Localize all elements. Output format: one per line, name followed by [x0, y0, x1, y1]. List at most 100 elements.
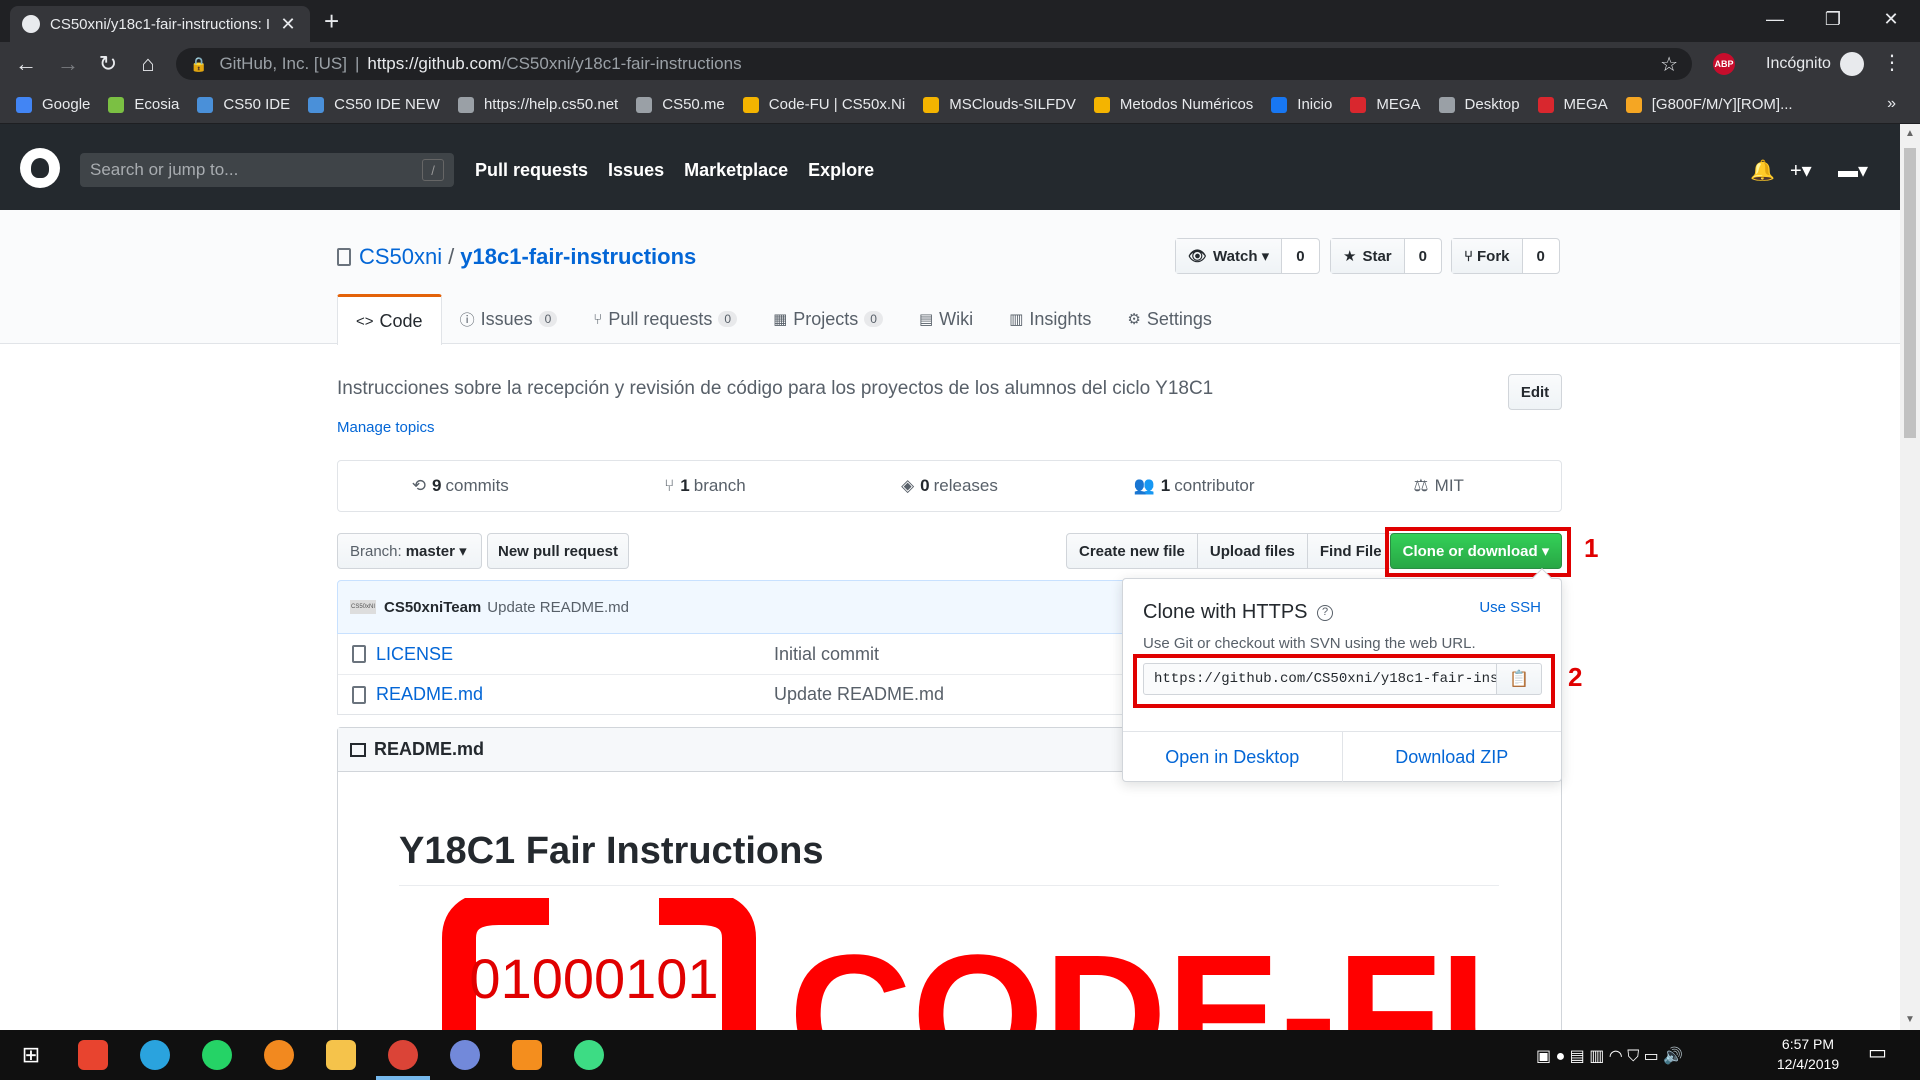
watch-count[interactable]: 0: [1282, 239, 1318, 273]
taskbar-clock[interactable]: 6:57 PM 12/4/2019: [1776, 1034, 1840, 1074]
close-window-icon[interactable]: ✕: [1862, 0, 1920, 38]
repo-name-link[interactable]: y18c1-fair-instructions: [460, 244, 696, 270]
telegram-icon[interactable]: [140, 1040, 170, 1070]
star-count[interactable]: 0: [1405, 239, 1441, 273]
tab-projects[interactable]: ▦ Projects 0: [755, 294, 901, 344]
adblock-extension-icon[interactable]: ABP: [1713, 53, 1735, 75]
page-scrollbar[interactable]: ▲ ▼: [1900, 124, 1920, 1030]
file-name-link[interactable]: README.md: [376, 684, 774, 705]
android-studio-icon[interactable]: [574, 1040, 604, 1070]
summary-contributors[interactable]: 👥 1 contributor: [1072, 461, 1317, 511]
commit-author[interactable]: CS50xniTeam: [384, 599, 481, 616]
windows-start-icon[interactable]: ⊞: [16, 1040, 46, 1070]
tab-close-icon[interactable]: ✕: [278, 14, 298, 35]
summary-releases[interactable]: ◈ 0 releases: [827, 461, 1072, 511]
bookmark-item[interactable]: MSClouds-SILFDV: [923, 96, 1076, 113]
discord-icon[interactable]: [450, 1040, 480, 1070]
app-taskbar-icon[interactable]: [78, 1040, 108, 1070]
nav-pull-requests[interactable]: Pull requests: [475, 160, 588, 181]
summary-license[interactable]: ⚖ MIT: [1316, 461, 1561, 511]
bookmark-item[interactable]: MEGA: [1537, 96, 1608, 113]
file-explorer-icon[interactable]: [326, 1040, 356, 1070]
firefox-icon[interactable]: [264, 1040, 294, 1070]
bookmark-item[interactable]: CS50 IDE NEW: [308, 96, 440, 113]
bookmark-item[interactable]: CS50.me: [636, 96, 725, 113]
branch-select-value: master ▾: [405, 543, 467, 560]
scroll-down-icon[interactable]: ▼: [1905, 1014, 1915, 1025]
create-new-icon[interactable]: +▾: [1790, 158, 1812, 183]
fork-count[interactable]: 0: [1523, 239, 1559, 273]
search-input[interactable]: Search or jump to... /: [80, 153, 454, 187]
avatar[interactable]: CS50xNI: [350, 600, 376, 614]
sublime-text-icon[interactable]: [512, 1040, 542, 1070]
bookmark-item[interactable]: Code-FU | CS50x.Ni: [742, 96, 905, 113]
nav-marketplace[interactable]: Marketplace: [684, 160, 788, 181]
scroll-up-icon[interactable]: ▲: [1905, 128, 1915, 139]
new-tab-button[interactable]: +: [324, 6, 339, 36]
new-pull-request-button[interactable]: New pull request: [487, 533, 629, 569]
notifications-icon[interactable]: ▭: [1868, 1040, 1887, 1065]
repo-owner-link[interactable]: CS50xni: [359, 244, 442, 270]
tab-pull-requests[interactable]: ⑂ Pull requests 0: [575, 294, 755, 344]
fork-button-group: ⑂ Fork 0: [1451, 238, 1560, 274]
bookmark-favicon-icon: [742, 96, 759, 113]
browser-tab[interactable]: CS50xni/y18c1-fair-instructions: I ✕: [10, 6, 310, 42]
restore-icon[interactable]: ❐: [1804, 0, 1862, 38]
bookmark-item[interactable]: Ecosia: [108, 96, 179, 113]
tag-icon: ◈: [901, 476, 915, 495]
scrollbar-thumb[interactable]: [1904, 148, 1916, 438]
star-button[interactable]: ★ Star: [1331, 239, 1405, 273]
whatsapp-icon[interactable]: [202, 1040, 232, 1070]
create-new-file-button[interactable]: Create new file: [1067, 534, 1198, 568]
forward-icon[interactable]: →: [50, 42, 86, 86]
watch-button[interactable]: 👁 Watch ▾: [1176, 239, 1283, 273]
summary-branches[interactable]: ⑂ 1 branch: [583, 461, 828, 511]
help-icon[interactable]: ?: [1317, 604, 1334, 621]
browser-menu-icon[interactable]: ⋮: [1882, 50, 1902, 75]
bookmark-item[interactable]: CS50 IDE: [197, 96, 290, 113]
address-bar[interactable]: 🔒 GitHub, Inc. [US] | https://github.com…: [176, 48, 1692, 80]
bookmark-item[interactable]: Metodos Numéricos: [1093, 96, 1253, 113]
active-app-indicator: [376, 1076, 430, 1080]
tab-wiki[interactable]: ▤ Wiki: [901, 294, 991, 344]
bookmark-item[interactable]: [G800F/M/Y][ROM]...: [1625, 96, 1793, 113]
bookmark-item[interactable]: https://help.cs50.net: [457, 96, 618, 113]
tab-settings[interactable]: ⚙ Settings: [1109, 294, 1230, 344]
download-zip-button[interactable]: Download ZIP: [1343, 732, 1562, 782]
file-name-link[interactable]: LICENSE: [376, 644, 774, 665]
reload-icon[interactable]: ↻: [90, 42, 126, 86]
nav-explore[interactable]: Explore: [808, 160, 874, 181]
upload-files-button[interactable]: Upload files: [1198, 534, 1308, 568]
bookmark-item[interactable]: Inicio: [1271, 96, 1332, 113]
bookmarks-overflow-button[interactable]: »: [1887, 95, 1896, 113]
tab-issues[interactable]: ⓘ Issues 0: [442, 294, 576, 344]
nav-issues[interactable]: Issues: [608, 160, 664, 181]
edit-description-button[interactable]: Edit: [1508, 374, 1562, 410]
fork-button[interactable]: ⑂ Fork: [1452, 239, 1523, 273]
license-label: MIT: [1434, 476, 1464, 495]
back-icon[interactable]: ←: [8, 42, 44, 86]
minimize-icon[interactable]: —: [1746, 0, 1804, 38]
bookmark-item[interactable]: Google: [16, 96, 90, 113]
incognito-icon[interactable]: [1840, 52, 1864, 76]
tray-icons[interactable]: ▣ ● ▤ ▥ ◠ ⛉ ▭ 🔊: [1536, 1046, 1683, 1066]
branch-select-button[interactable]: Branch: master ▾: [337, 533, 482, 569]
commit-message[interactable]: Update README.md: [487, 599, 629, 616]
home-icon[interactable]: ⌂: [130, 42, 166, 86]
tab-code[interactable]: <> Code: [337, 294, 442, 345]
file-commit-message[interactable]: Initial commit: [774, 644, 879, 665]
notifications-bell-icon[interactable]: 🔔: [1750, 158, 1775, 183]
file-commit-message[interactable]: Update README.md: [774, 684, 944, 705]
summary-commits[interactable]: ⟲ 9 commits: [338, 461, 583, 511]
bookmark-item[interactable]: Desktop: [1438, 96, 1520, 113]
bookmark-item[interactable]: MEGA: [1350, 96, 1421, 113]
use-ssh-link[interactable]: Use SSH: [1479, 599, 1541, 616]
chrome-icon[interactable]: [388, 1040, 418, 1070]
bookmark-star-icon[interactable]: ☆: [1660, 52, 1678, 77]
tab-insights[interactable]: ▥ Insights: [991, 294, 1109, 344]
find-file-button[interactable]: Find File: [1308, 534, 1394, 568]
manage-topics-link[interactable]: Manage topics: [337, 419, 435, 436]
open-in-desktop-button[interactable]: Open in Desktop: [1123, 732, 1343, 782]
user-avatar-dropdown[interactable]: ▬▾: [1838, 158, 1868, 183]
github-logo-icon[interactable]: [20, 148, 60, 188]
